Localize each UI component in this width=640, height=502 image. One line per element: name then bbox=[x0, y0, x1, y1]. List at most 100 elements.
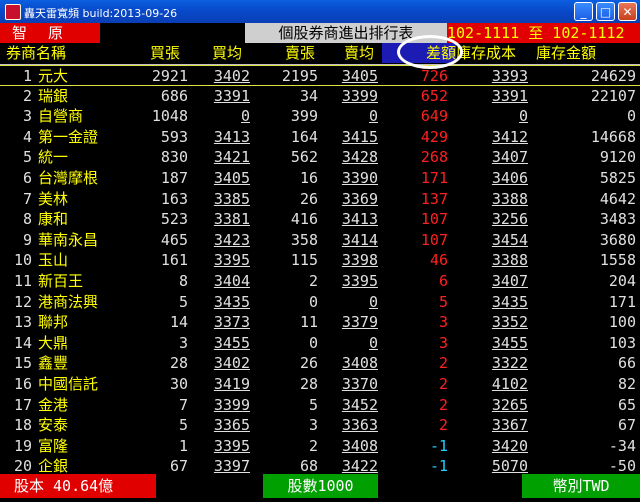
date-range: 102-1111 至 102-1112 bbox=[447, 23, 640, 43]
row-number: 19 bbox=[13, 436, 32, 455]
sell-avg: 0 bbox=[368, 292, 378, 311]
row-number: 4 bbox=[22, 127, 32, 146]
buy-lots: 5 bbox=[178, 416, 188, 435]
buy-lots: 7 bbox=[178, 395, 188, 414]
buy-avg: 3421 bbox=[213, 148, 250, 167]
diff-value: 137 bbox=[420, 189, 448, 208]
row-number: 6 bbox=[22, 168, 32, 187]
table-row[interactable]: 6 台灣摩根 187 3405 16 3390 171 3406 5825 bbox=[0, 168, 640, 189]
row-number: 2 bbox=[22, 86, 32, 105]
title-bar[interactable]: 轟天雷寬頻 build:2013-09-26 _ □ ✕ bbox=[0, 0, 640, 23]
broker-name: 第一金證 bbox=[38, 127, 99, 146]
diff-value: 268 bbox=[420, 148, 448, 167]
stock-amount: 24629 bbox=[590, 67, 636, 85]
buy-lots: 465 bbox=[160, 230, 188, 249]
col-name[interactable]: 券商名稱 bbox=[6, 43, 66, 63]
broker-name: 富隆 bbox=[38, 436, 69, 455]
col-sell[interactable]: 賣張 bbox=[285, 43, 315, 63]
col-buy-avg[interactable]: 買均 bbox=[212, 43, 242, 63]
row-number: 3 bbox=[22, 107, 32, 126]
col-diff[interactable]: 差額 bbox=[382, 43, 456, 63]
sell-avg: 0 bbox=[368, 333, 378, 352]
row-number: 9 bbox=[22, 230, 32, 249]
diff-value: 2 bbox=[438, 395, 448, 414]
row-number: 16 bbox=[13, 374, 32, 393]
app-window: 轟天雷寬頻 build:2013-09-26 _ □ ✕ 智 原 個股券商進出排… bbox=[0, 0, 640, 502]
diff-value: -1 bbox=[429, 436, 448, 455]
table-row[interactable]: 14 大鼎 3 3455 0 0 3 3455 103 bbox=[0, 333, 640, 354]
sell-avg: 3452 bbox=[341, 395, 378, 414]
buy-avg: 3385 bbox=[213, 189, 250, 208]
buy-avg: 3405 bbox=[213, 168, 250, 187]
col-cost[interactable]: 庫存成本 bbox=[456, 43, 516, 63]
buy-lots: 28 bbox=[169, 354, 188, 373]
table-row[interactable]: 1 元大 2921 3402 2195 3405 726 3393 24629 bbox=[0, 65, 640, 86]
row-number: 11 bbox=[13, 271, 32, 290]
table-row[interactable]: 7 美林 163 3385 26 3369 137 3388 4642 bbox=[0, 189, 640, 210]
buy-lots: 686 bbox=[160, 86, 188, 105]
table-row[interactable]: 3 自營商 1048 0 399 0 649 0 0 bbox=[0, 106, 640, 127]
diff-value: 5 bbox=[438, 292, 448, 311]
diff-value: 2 bbox=[438, 374, 448, 393]
broker-name: 港商法興 bbox=[38, 292, 99, 311]
row-number: 14 bbox=[13, 333, 32, 352]
buy-avg: 3413 bbox=[213, 127, 250, 146]
buy-avg: 3365 bbox=[213, 416, 250, 435]
table-row[interactable]: 2 瑞銀 686 3391 34 3399 652 3391 22107 bbox=[0, 86, 640, 107]
col-amount[interactable]: 庫存金額 bbox=[536, 43, 596, 63]
table-row[interactable]: 9 華南永昌 465 3423 358 3414 107 3454 3680 bbox=[0, 230, 640, 251]
broker-table: 1 元大 2921 3402 2195 3405 726 3393 24629 2 瑞銀 686 339… bbox=[0, 65, 640, 477]
sell-avg: 3428 bbox=[341, 148, 378, 167]
stock-amount: 171 bbox=[608, 292, 636, 311]
row-number: 5 bbox=[22, 148, 32, 167]
broker-name: 華南永昌 bbox=[38, 230, 99, 249]
sell-lots: 562 bbox=[290, 148, 318, 167]
table-row[interactable]: 13 聯邦 14 3373 11 3379 3 3352 100 bbox=[0, 312, 640, 333]
maximize-icon[interactable]: □ bbox=[596, 2, 615, 21]
stock-amount: 82 bbox=[617, 374, 636, 393]
col-sell-avg[interactable]: 賣均 bbox=[344, 43, 374, 63]
row-number: 17 bbox=[13, 395, 32, 414]
table-row[interactable]: 12 港商法興 5 3435 0 0 5 3435 171 bbox=[0, 292, 640, 313]
buy-avg: 3391 bbox=[213, 86, 250, 105]
table-row[interactable]: 17 金港 7 3399 5 3452 2 3265 65 bbox=[0, 395, 640, 416]
sell-avg: 3363 bbox=[341, 416, 378, 435]
buy-avg: 3435 bbox=[213, 292, 250, 311]
stock-cost: 3406 bbox=[491, 168, 528, 187]
sell-lots: 26 bbox=[299, 354, 318, 373]
sell-avg: 3408 bbox=[341, 354, 378, 373]
buy-avg: 3395 bbox=[213, 436, 250, 455]
sell-lots: 11 bbox=[299, 313, 318, 332]
minimize-icon[interactable]: _ bbox=[574, 2, 593, 21]
sell-lots: 5 bbox=[308, 395, 318, 414]
row-number: 12 bbox=[13, 292, 32, 311]
stock-amount: 65 bbox=[617, 395, 636, 414]
close-icon[interactable]: ✕ bbox=[618, 2, 637, 21]
table-row[interactable]: 15 鑫豐 28 3402 26 3408 2 3322 66 bbox=[0, 353, 640, 374]
table-row[interactable]: 19 富隆 1 3395 2 3408 -1 3420 -34 bbox=[0, 436, 640, 457]
diff-value: 649 bbox=[420, 107, 448, 126]
table-row[interactable]: 5 統一 830 3421 562 3428 268 3407 9120 bbox=[0, 147, 640, 168]
stock-amount: 67 bbox=[617, 416, 636, 435]
stock-cost: 3420 bbox=[491, 436, 528, 455]
sell-lots: 164 bbox=[290, 127, 318, 146]
table-row[interactable]: 11 新百王 8 3404 2 3395 6 3407 204 bbox=[0, 271, 640, 292]
stock-amount: 5825 bbox=[599, 168, 636, 187]
buy-lots: 3 bbox=[178, 333, 188, 352]
col-buy[interactable]: 買張 bbox=[150, 43, 180, 63]
buy-avg: 3419 bbox=[213, 374, 250, 393]
sell-avg: 3415 bbox=[341, 127, 378, 146]
table-row[interactable]: 8 康和 523 3381 416 3413 107 3256 3483 bbox=[0, 209, 640, 230]
stock-amount: 1558 bbox=[599, 251, 636, 270]
row-number: 10 bbox=[13, 251, 32, 270]
broker-name: 自營商 bbox=[38, 107, 84, 126]
broker-name: 美林 bbox=[38, 189, 69, 208]
table-row[interactable]: 16 中國信託 30 3419 28 3370 2 4102 82 bbox=[0, 374, 640, 395]
table-row[interactable]: 10 玉山 161 3395 115 3398 46 3388 1558 bbox=[0, 250, 640, 271]
sell-avg: 3379 bbox=[341, 313, 378, 332]
buy-avg: 0 bbox=[240, 107, 250, 126]
diff-value: 2 bbox=[438, 354, 448, 373]
table-row[interactable]: 18 安泰 5 3365 3 3363 2 3367 67 bbox=[0, 415, 640, 436]
broker-name: 瑞銀 bbox=[38, 86, 69, 105]
table-row[interactable]: 4 第一金證 593 3413 164 3415 429 3412 14668 bbox=[0, 127, 640, 148]
